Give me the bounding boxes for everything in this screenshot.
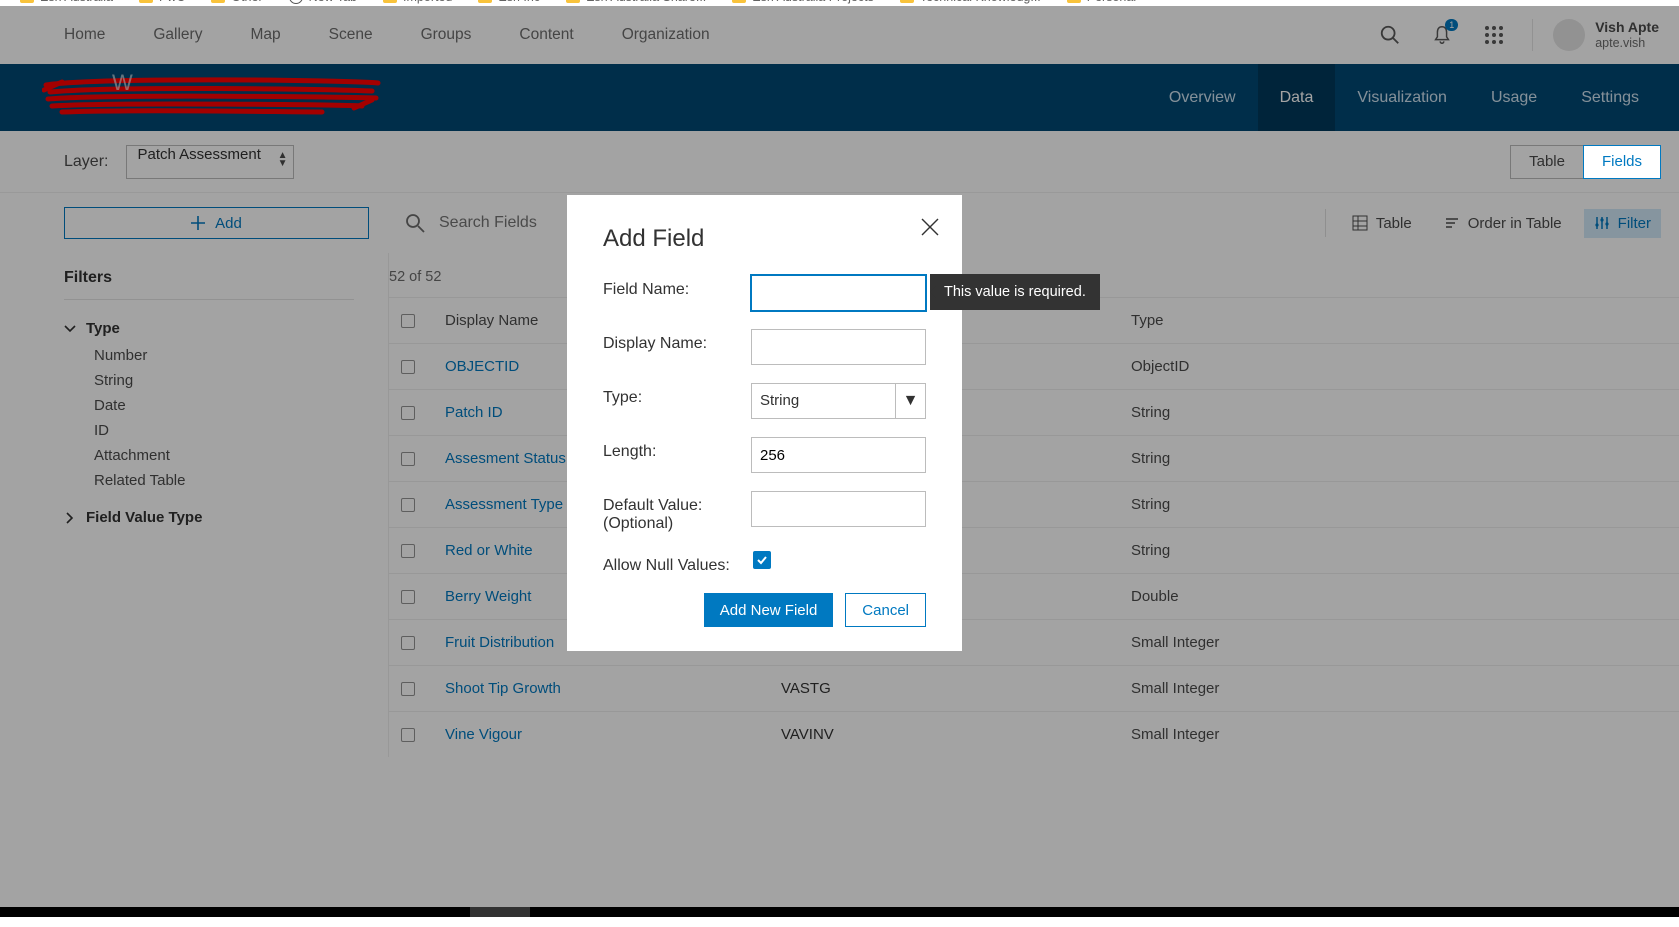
validation-tooltip: This value is required. (930, 274, 1100, 310)
taskbar (0, 907, 1679, 917)
bookmark-item[interactable]: Other (211, 0, 262, 4)
bookmark-item[interactable]: Esri Australia Share... (566, 0, 706, 4)
label-default-value: Default Value: (Optional) (603, 491, 751, 533)
cancel-button[interactable]: Cancel (845, 593, 926, 627)
field-name-input[interactable] (751, 275, 926, 311)
close-icon[interactable] (920, 217, 940, 237)
dialog-title: Add Field (603, 225, 926, 253)
label-length: Length: (603, 437, 751, 461)
bookmark-item[interactable]: Esri Australia Projects (732, 0, 874, 4)
add-field-dialog: Add Field Field Name: Display Name: Type… (567, 195, 962, 651)
label-display-name: Display Name: (603, 329, 751, 353)
add-new-field-button[interactable]: Add New Field (704, 593, 834, 627)
bookmark-item[interactable]: Imported (383, 0, 452, 4)
check-icon (756, 554, 768, 566)
display-name-input[interactable] (751, 329, 926, 365)
bookmark-item[interactable]: Personal (1067, 0, 1136, 4)
allow-null-checkbox[interactable] (753, 551, 771, 569)
bookmark-item[interactable]: Esri Australia (20, 0, 113, 4)
bookmark-item[interactable]: Technical Knowledg... (900, 0, 1041, 4)
length-input[interactable] (751, 437, 926, 473)
label-field-name: Field Name: (603, 275, 751, 299)
view-fields-button[interactable]: Fields (1583, 145, 1661, 179)
label-type: Type: (603, 383, 751, 407)
chevron-down-icon: ▼ (895, 384, 925, 418)
bookmark-item[interactable]: New Tab (289, 0, 357, 4)
type-select[interactable]: String ▼ (751, 383, 926, 419)
bookmark-item[interactable]: Esri Inc (478, 0, 540, 4)
label-allow-null: Allow Null Values: (603, 551, 753, 575)
bookmark-item[interactable]: PwC (139, 0, 185, 4)
default-value-input[interactable] (751, 491, 926, 527)
